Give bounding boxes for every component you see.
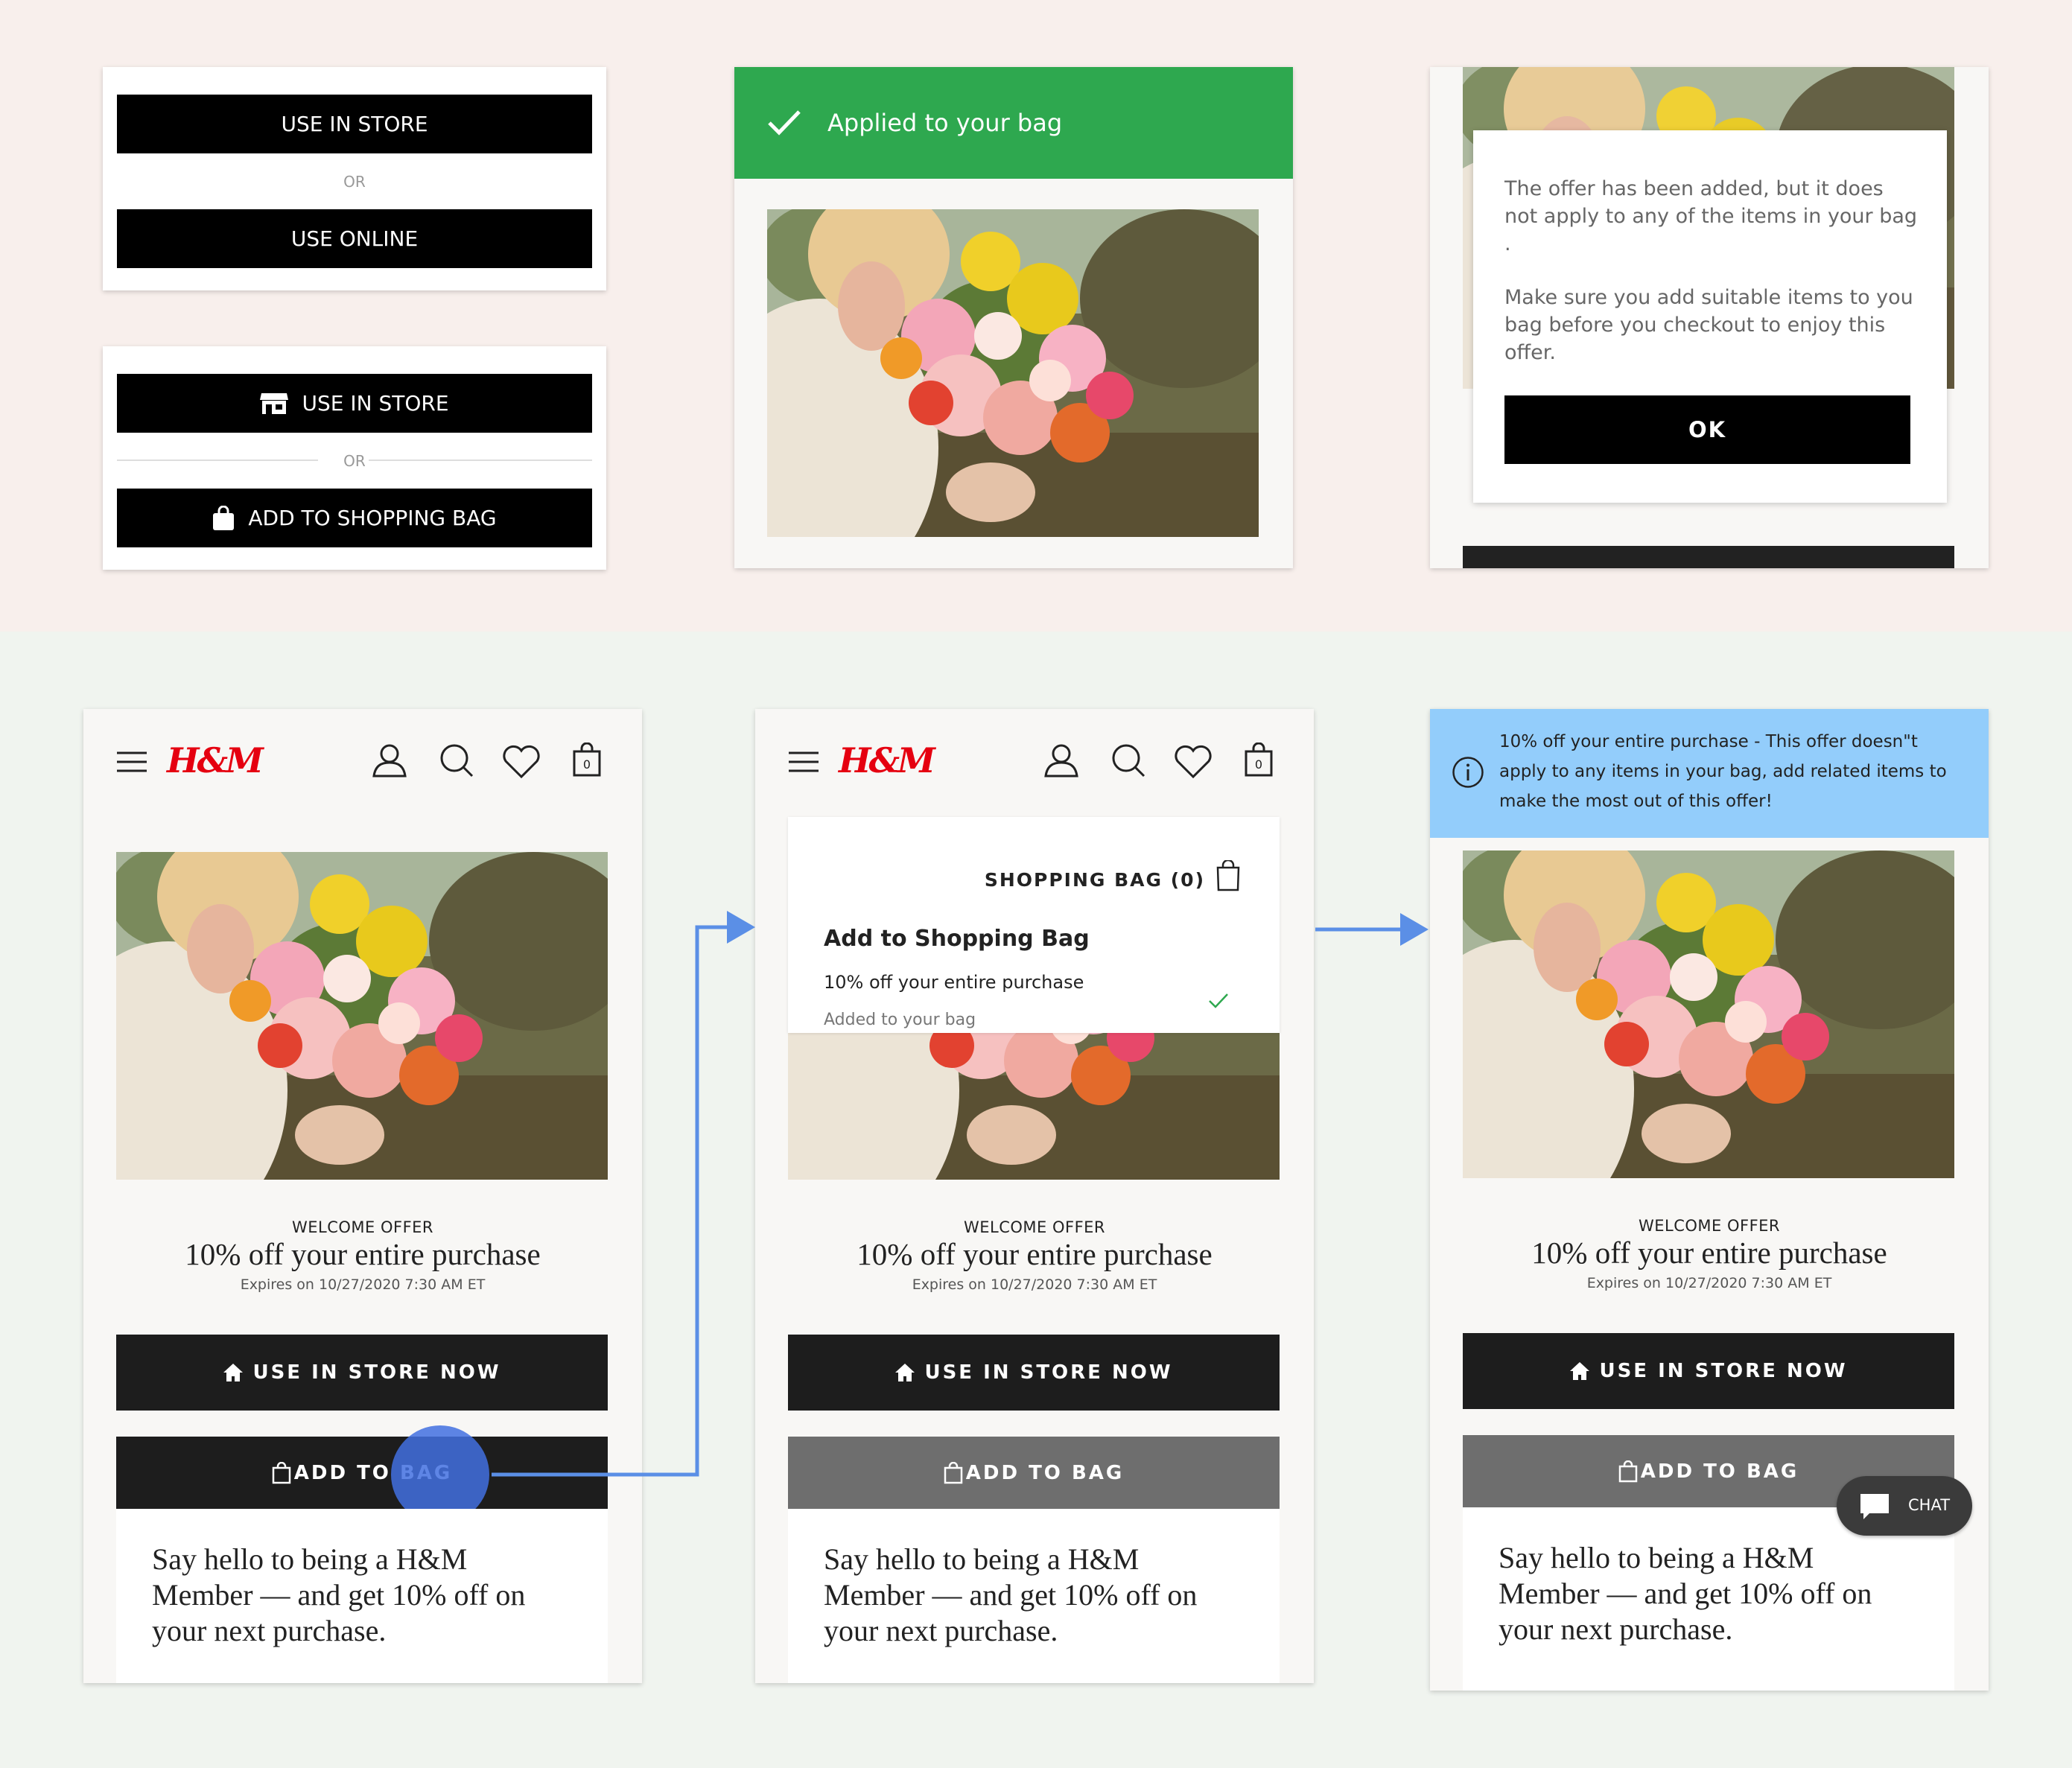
- home-icon: [223, 1364, 244, 1381]
- chat-label: CHAT: [1908, 1496, 1951, 1514]
- applied-toast-card: Applied to your bag: [734, 67, 1293, 568]
- use-online-button[interactable]: USE ONLINE: [117, 209, 592, 268]
- use-in-store-label: USE IN STORE: [302, 391, 449, 416]
- add-to-shopping-bag-button[interactable]: ADD TO SHOPPING BAG: [117, 489, 592, 547]
- store-icon: [260, 392, 289, 414]
- shopping-bag-dropdown: SHOPPING BAG (0) Add to Shopping Bag 10%…: [788, 817, 1280, 1033]
- use-in-store-button[interactable]: USE IN STORE: [117, 95, 592, 153]
- offer-expiry: Expires on 10/27/2020 7:30 AM ET: [912, 1276, 1157, 1293]
- menu-icon[interactable]: [116, 751, 147, 772]
- account-icon[interactable]: [372, 742, 407, 778]
- offer-screen-2: H&M 0 SHOPPING BAG (0) Add to Shopping B…: [755, 709, 1314, 1683]
- add-to-bag-button[interactable]: ADD TO BAG: [788, 1437, 1280, 1509]
- info-icon: [1452, 757, 1484, 788]
- top-nav: H&M 0: [755, 709, 1314, 817]
- offer-title: 10% off your entire purchase: [1531, 1236, 1887, 1270]
- info-banner: 10% off your entire purchase - This offe…: [1430, 709, 1989, 838]
- heart-icon[interactable]: [502, 745, 541, 779]
- svg-text:0: 0: [583, 757, 591, 772]
- brand-logo[interactable]: H&M: [167, 740, 264, 780]
- offer-expiry: Expires on 10/27/2020 7:30 AM ET: [1586, 1275, 1832, 1291]
- offer-heading: WELCOME OFFER: [1638, 1217, 1781, 1235]
- shopping-bag-icon[interactable]: 0: [1244, 743, 1274, 777]
- search-icon[interactable]: [439, 743, 474, 778]
- success-toast: Applied to your bag: [734, 67, 1293, 179]
- offer-expiry: Expires on 10/27/2020 7:30 AM ET: [240, 1276, 486, 1293]
- bag-item-name: 10% off your entire purchase: [824, 972, 1084, 993]
- use-in-store-button[interactable]: USE IN STORE: [117, 374, 592, 433]
- bag-panel-heading: Add to Shopping Bag: [824, 926, 1090, 952]
- offer-heading: WELCOME OFFER: [291, 1218, 434, 1236]
- use-in-store-now-button[interactable]: USE IN STORE NOW: [788, 1335, 1280, 1411]
- use-in-store-now-button[interactable]: USE IN STORE NOW: [116, 1335, 608, 1411]
- chat-button[interactable]: CHAT: [1837, 1476, 1972, 1536]
- shopping-bag-title[interactable]: SHOPPING BAG (0): [985, 869, 1205, 891]
- offer-heading: WELCOME OFFER: [963, 1218, 1106, 1236]
- offer-screen-3: 10% off your entire purchase - This offe…: [1430, 709, 1989, 1691]
- chat-bubble-icon: [1860, 1494, 1889, 1519]
- member-promo-text: Say hello to being a H&M Member — and ge…: [824, 1542, 1198, 1647]
- member-promo: Say hello to being a H&M Member — and ge…: [116, 1509, 608, 1683]
- home-icon: [1570, 1362, 1590, 1380]
- bag-icon: [213, 505, 235, 530]
- home-icon: [895, 1364, 915, 1381]
- top-nav: H&M 0: [83, 709, 642, 817]
- dialog-message-1: The offer has been added, but it does no…: [1504, 177, 1918, 255]
- bag-icon: [272, 1461, 290, 1484]
- use-in-store-now-label: USE IN STORE NOW: [924, 1361, 1173, 1384]
- menu-icon[interactable]: [788, 751, 819, 772]
- bag-icon: [1618, 1460, 1637, 1482]
- background-button: [1463, 546, 1954, 568]
- bag-icon: [944, 1461, 962, 1484]
- use-option-card-icons: USE IN STORE OR ADD TO SHOPPING BAG: [103, 346, 606, 570]
- add-to-bag-label: ADD TO BAG: [965, 1461, 1125, 1484]
- info-dialog: The offer has been added, but it does no…: [1473, 130, 1947, 503]
- ok-button[interactable]: OK: [1504, 395, 1910, 464]
- use-in-store-now-label: USE IN STORE NOW: [1599, 1360, 1848, 1382]
- add-to-bag-label: ADD TO BAG: [1640, 1460, 1799, 1483]
- use-in-store-now-label: USE IN STORE NOW: [252, 1361, 501, 1384]
- svg-text:0: 0: [1255, 757, 1262, 772]
- dialog-message-2: Make sure you add suitable items to you …: [1504, 286, 1913, 364]
- account-icon[interactable]: [1043, 742, 1079, 778]
- shopping-bag-icon[interactable]: 0: [572, 743, 602, 777]
- offer-image: [767, 209, 1259, 537]
- use-option-card: USE IN STORE OR USE ONLINE: [103, 67, 606, 290]
- checkmark-icon: [768, 110, 801, 136]
- use-in-store-now-button[interactable]: USE IN STORE NOW: [1463, 1333, 1954, 1409]
- add-to-bag-button[interactable]: ADD TO BAG: [116, 1437, 608, 1509]
- or-divider-label: OR: [343, 173, 366, 191]
- bag-item-status: Added to your bag: [824, 1011, 976, 1029]
- offer-image: [116, 852, 608, 1180]
- offer-image: [1463, 850, 1954, 1178]
- brand-logo[interactable]: H&M: [839, 740, 935, 780]
- add-to-shopping-bag-label: ADD TO SHOPPING BAG: [248, 506, 497, 530]
- checkmark-icon: [1209, 993, 1228, 1008]
- heart-icon[interactable]: [1174, 745, 1213, 779]
- or-divider-label: OR: [343, 452, 366, 470]
- search-icon[interactable]: [1111, 743, 1145, 778]
- offer-title: 10% off your entire purchase: [185, 1237, 541, 1271]
- shopping-bag-icon[interactable]: [1215, 860, 1241, 891]
- info-banner-text: 10% off your entire purchase - This offe…: [1499, 732, 1947, 811]
- not-applicable-dialog-card: The offer has been added, but it does no…: [1430, 67, 1989, 568]
- offer-screen-1: H&M 0 WELCOME OFFER 10% off your entire …: [83, 709, 642, 1683]
- member-promo-text: Say hello to being a H&M Member — and ge…: [152, 1542, 526, 1647]
- member-promo: Say hello to being a H&M Member — and ge…: [788, 1509, 1280, 1683]
- member-promo-text: Say hello to being a H&M Member — and ge…: [1499, 1541, 1872, 1646]
- toast-message: Applied to your bag: [827, 109, 1063, 137]
- offer-title: 10% off your entire purchase: [857, 1237, 1213, 1271]
